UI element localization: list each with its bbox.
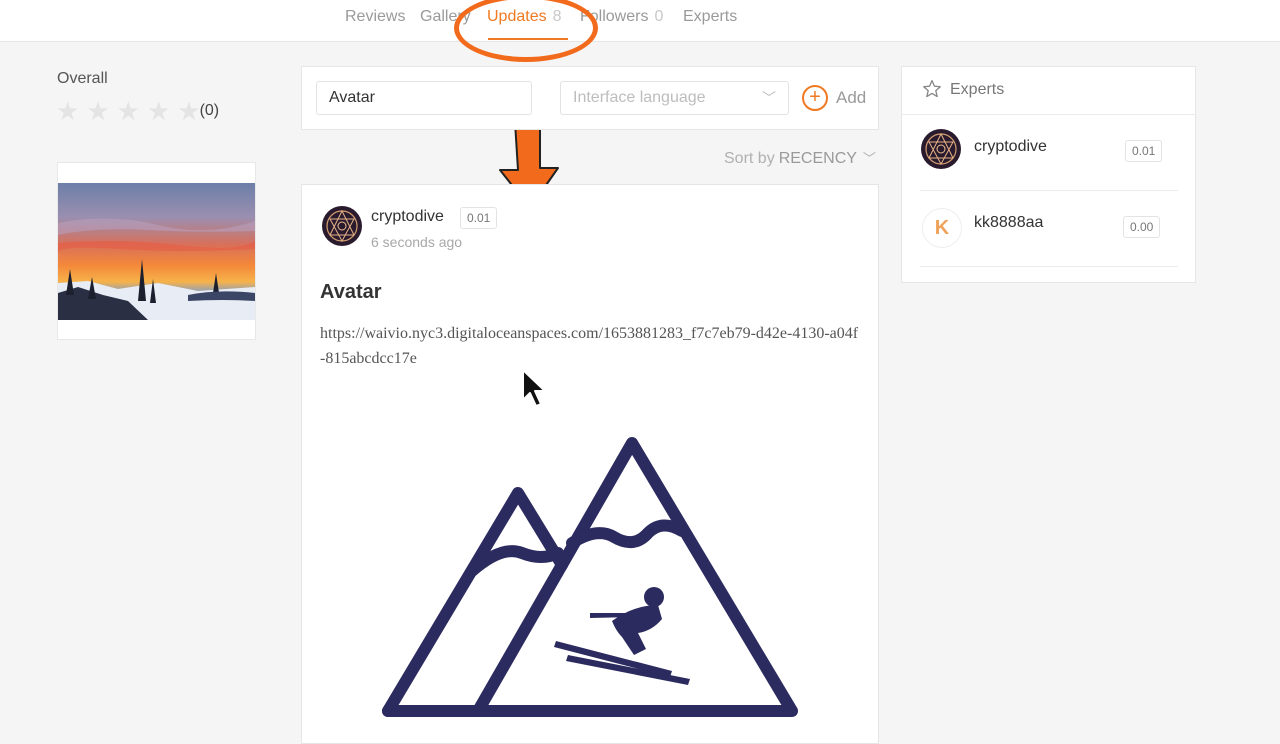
reputation-badge: 0.01 [460, 207, 498, 229]
experts-title: Experts [950, 81, 1005, 98]
tab-label: Reviews [345, 8, 406, 25]
author-avatar[interactable] [321, 205, 363, 247]
sort-label: Sort by [724, 150, 775, 167]
post-author-name[interactable]: cryptodive [371, 208, 444, 226]
plus-circle-icon: + [802, 85, 828, 111]
expert-avatar[interactable]: K [922, 208, 962, 248]
language-select[interactable]: Interface language ﹀ [560, 81, 789, 115]
object-photo[interactable] [57, 162, 256, 340]
mountain-skier-logo [382, 437, 798, 717]
expert-name[interactable]: cryptodive [974, 138, 1047, 156]
update-post-card: cryptodive 0.01 6 seconds ago Avatar htt… [301, 184, 879, 744]
tab-count: 0 [654, 8, 664, 25]
add-button[interactable]: + Add [802, 85, 866, 111]
post-body-url[interactable]: https://waivio.nyc3.digitaloceanspaces.c… [320, 321, 860, 371]
language-select-placeholder: Interface language [573, 89, 706, 106]
rating-stars[interactable]: ★ ★ ★ ★ ★ (0) [56, 98, 219, 124]
chevron-down-icon: ﹀ [762, 90, 776, 106]
top-tab-bar: Reviews Gallery Updates 8 Followers 0 Expe… [0, 0, 1280, 42]
star-icon[interactable]: ★ [147, 98, 170, 124]
star-icon[interactable]: ★ [56, 98, 79, 124]
annotation-ellipse [454, 0, 598, 62]
expert-score-badge: 0.00 [1123, 216, 1161, 238]
sort-value: RECENCY [778, 150, 857, 167]
expert-avatar[interactable] [920, 128, 962, 170]
sort-dropdown[interactable]: Sort by RECENCY ﹀ [724, 148, 876, 168]
tab-reviews[interactable]: Reviews [345, 8, 405, 26]
star-outline-icon [923, 80, 941, 98]
experts-panel: Experts cryptodive 0.01 K kk8888aa 0.00 [901, 66, 1196, 283]
star-icon[interactable]: ★ [177, 98, 200, 124]
expert-row[interactable]: cryptodive 0.01 [920, 114, 1178, 191]
star-icon[interactable]: ★ [117, 98, 140, 124]
star-icon[interactable]: ★ [86, 98, 109, 124]
experts-header: Experts [902, 67, 1195, 115]
tab-label: Experts [683, 8, 738, 25]
filter-panel: Avatar Interface language ﹀ + Add [301, 66, 879, 130]
expert-row[interactable]: K kk8888aa 0.00 [920, 190, 1178, 267]
add-button-label: Add [836, 88, 867, 107]
sunset-landscape-image [58, 183, 255, 320]
chevron-down-icon: ﹀ [862, 151, 876, 166]
mouse-cursor-icon [522, 369, 546, 407]
expert-score-badge: 0.01 [1125, 140, 1163, 162]
expert-name[interactable]: kk8888aa [974, 214, 1043, 232]
post-timestamp[interactable]: 6 seconds ago [371, 234, 462, 250]
post-title: Avatar [320, 281, 382, 303]
update-type-input[interactable]: Avatar [316, 81, 532, 115]
overall-rating-label: Overall [57, 70, 108, 87]
tab-experts[interactable]: Experts [683, 8, 737, 26]
rating-count: (0) [199, 102, 220, 119]
